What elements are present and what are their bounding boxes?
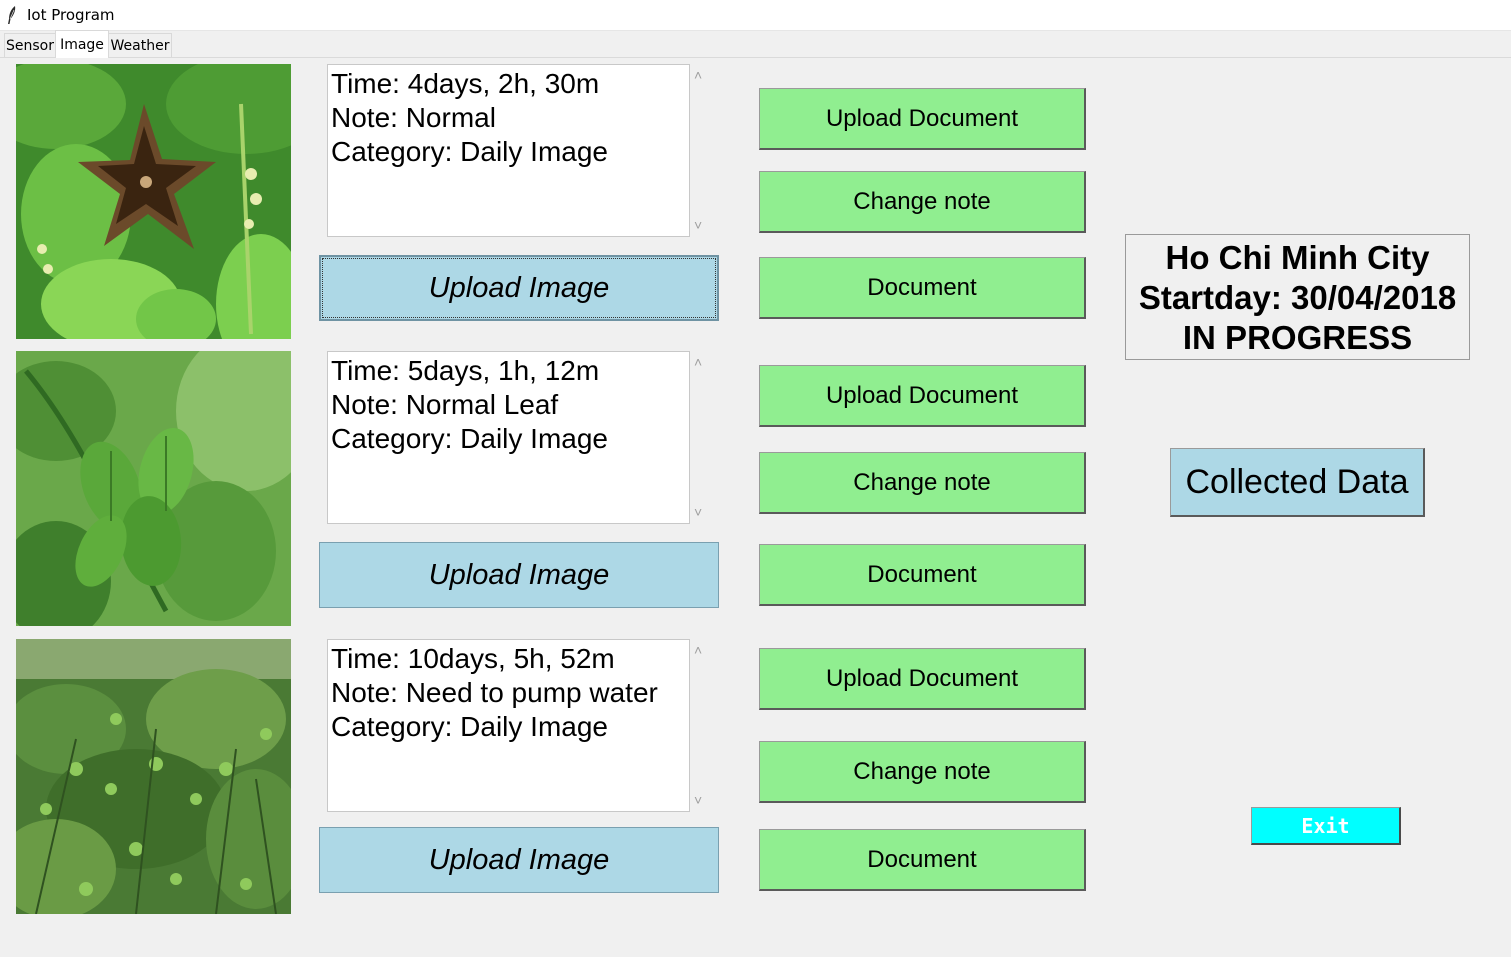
document-button-1[interactable]: Document: [759, 257, 1086, 319]
upload-image-button-1[interactable]: Upload Image: [319, 255, 719, 321]
status-label: IN PROGRESS: [1182, 319, 1413, 356]
exit-button[interactable]: Exit: [1251, 807, 1401, 845]
plant-photo-2: [16, 351, 291, 626]
change-note-button-1[interactable]: Change note: [759, 171, 1086, 233]
note-textbox-1[interactable]: Time: 4days, 2h, 30m Note: Normal Catego…: [327, 64, 690, 237]
note-text: Note: Need to pump water: [331, 677, 658, 708]
category-text: Category: Daily Image: [331, 136, 609, 167]
feather-icon: [8, 6, 16, 24]
change-note-button-2[interactable]: Change note: [759, 452, 1086, 514]
time-text: Time: 5days, 1h, 12m: [331, 355, 600, 386]
tab-weather[interactable]: Weather: [108, 33, 172, 57]
scroll-down-icon[interactable]: ˅: [694, 217, 702, 233]
title-bar: Iot Program: [0, 0, 1511, 31]
tab-sensor[interactable]: Sensor: [4, 33, 56, 57]
category-text: Category: Daily Image: [331, 711, 609, 742]
upload-image-button-3[interactable]: Upload Image: [319, 827, 719, 893]
plant-photo-3: [16, 639, 291, 914]
collected-data-button[interactable]: Collected Data: [1170, 448, 1425, 517]
scroll-down-icon[interactable]: ˅: [694, 504, 702, 520]
note-textbox-3[interactable]: Time: 10days, 5h, 52m Note: Need to pump…: [327, 639, 690, 812]
scroll-down-icon[interactable]: ˅: [694, 792, 702, 808]
document-button-2[interactable]: Document: [759, 544, 1086, 606]
note-text: Note: Normal: [331, 102, 496, 133]
tab-strip: [0, 31, 1511, 58]
tab-divider: [0, 57, 1511, 58]
plant-photo-1: [16, 64, 291, 339]
upload-document-button-2[interactable]: Upload Document: [759, 365, 1086, 427]
upload-document-button-1[interactable]: Upload Document: [759, 88, 1086, 150]
note-textbox-2[interactable]: Time: 5days, 1h, 12m Note: Normal Leaf C…: [327, 351, 690, 524]
city-label: Ho Chi Minh City: [1165, 239, 1430, 276]
time-text: Time: 4days, 2h, 30m: [331, 68, 600, 99]
change-note-button-3[interactable]: Change note: [759, 741, 1086, 803]
upload-document-button-3[interactable]: Upload Document: [759, 648, 1086, 710]
window-title: Iot Program: [27, 6, 115, 24]
scroll-up-icon[interactable]: ˄: [694, 354, 702, 370]
note-text: Note: Normal Leaf: [331, 389, 559, 420]
project-info-box: Ho Chi Minh City Startday: 30/04/2018 IN…: [1125, 234, 1470, 360]
upload-image-button-2[interactable]: Upload Image: [319, 542, 719, 608]
startday-label: Startday: 30/04/2018: [1138, 279, 1457, 316]
document-button-3[interactable]: Document: [759, 829, 1086, 891]
time-text: Time: 10days, 5h, 52m: [331, 643, 615, 674]
scroll-up-icon[interactable]: ˄: [694, 67, 702, 83]
scroll-up-icon[interactable]: ˄: [694, 642, 702, 658]
tab-image[interactable]: Image: [55, 30, 109, 58]
category-text: Category: Daily Image: [331, 423, 609, 454]
